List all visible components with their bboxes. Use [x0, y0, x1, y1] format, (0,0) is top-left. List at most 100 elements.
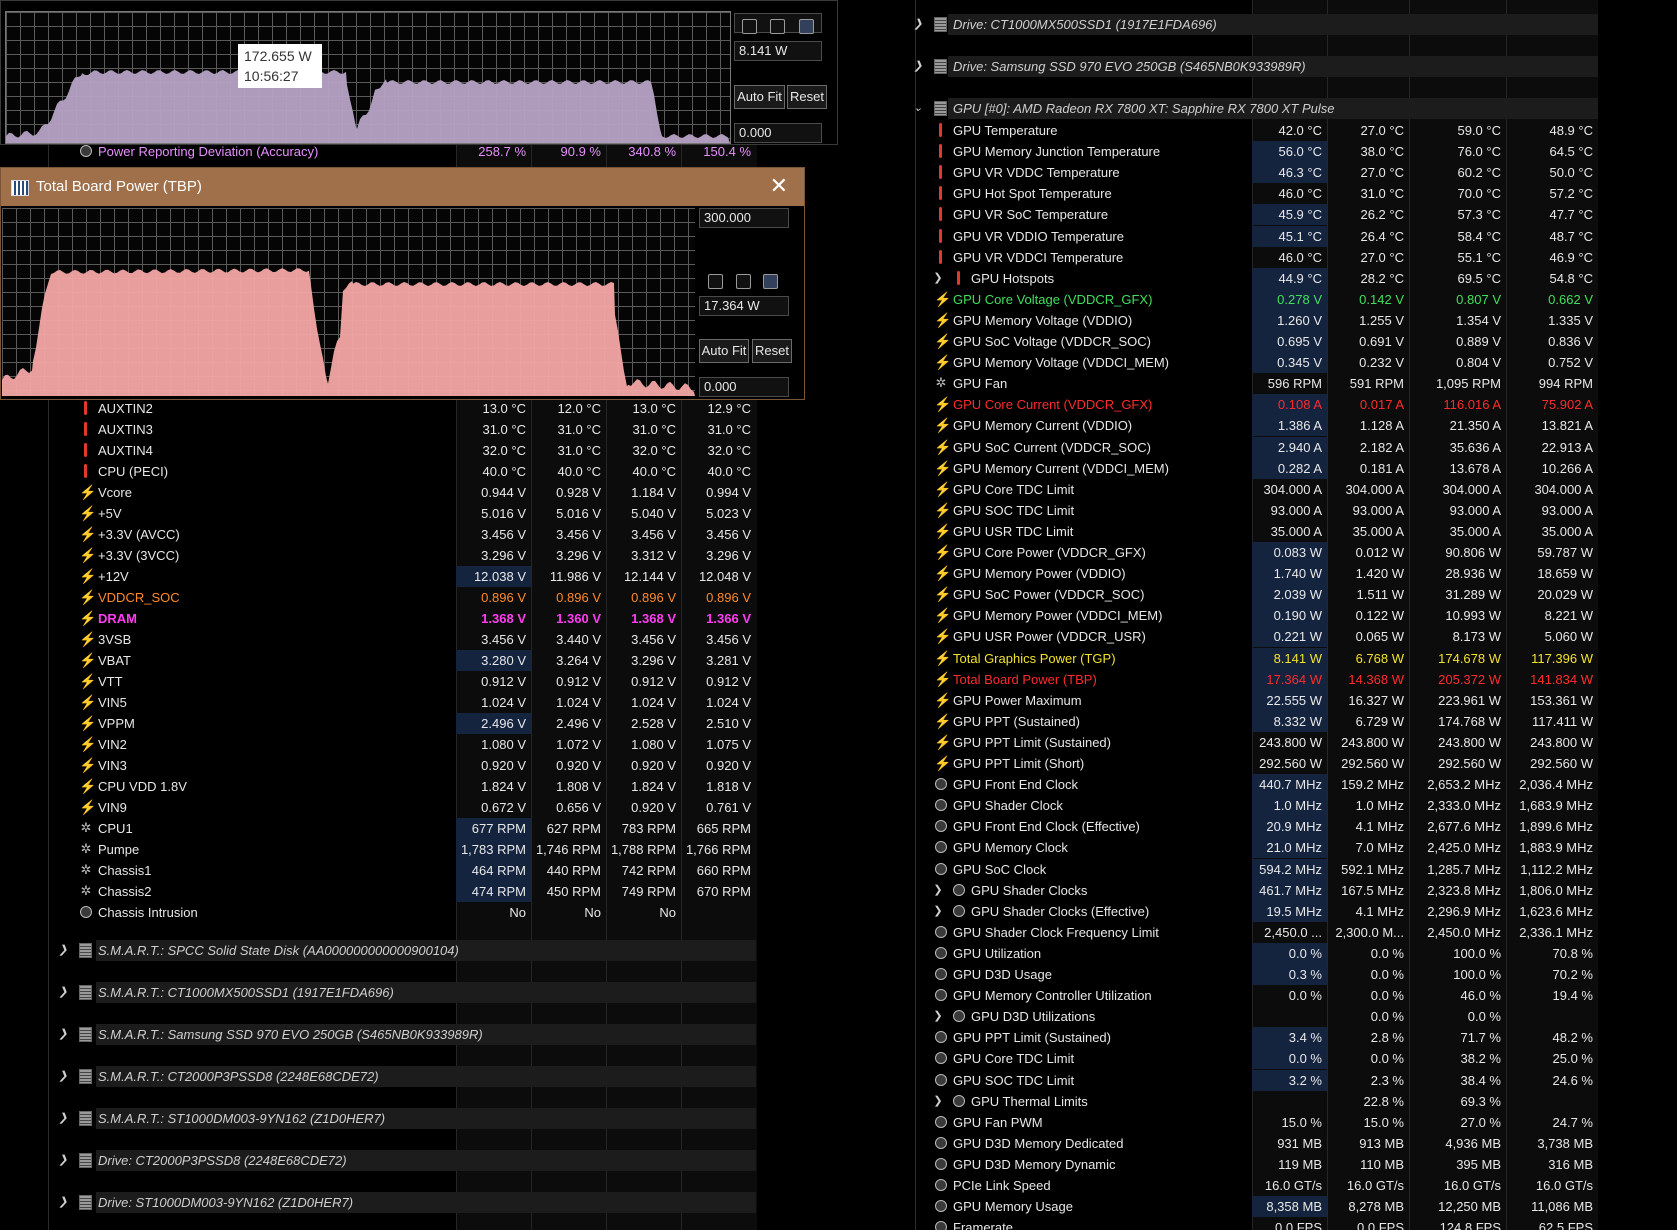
sensor-row[interactable]: ⚡ GPU USR TDC Limit 35.000 A 35.000 A 35.000… — [898, 521, 1598, 542]
sensor-row[interactable]: GPU Front End Clock (Effective) 20.9 MHz 4… — [898, 816, 1598, 838]
sensor-row[interactable]: GPU PPT Limit (Sustained) 3.4 % 2.8 % 71.7 … — [898, 1027, 1598, 1049]
sensor-group-header[interactable]: ⌄ GPU [#0]: AMD Radeon RX 7800 XT: Sapphi… — [898, 98, 1598, 119]
sensor-row[interactable]: ❯ GPU Shader Clocks (Effective) 19.5 MHz 4.… — [898, 900, 1598, 922]
sensor-row[interactable]: AUXTIN2 13.0 °C 12.0 °C 13.0 °C 12.9 °C — [0, 398, 762, 419]
chevron-right-icon[interactable]: ❯ — [932, 1006, 944, 1027]
sensor-row[interactable]: GPU D3D Memory Dynamic 119 MB 110 MB 395 MB… — [898, 1154, 1598, 1175]
sensor-row[interactable]: ⚡ GPU SoC Voltage (VDDCR_SOC) 0.695 V 0.691… — [898, 331, 1598, 352]
sensor-group-header[interactable]: ❯ S.M.A.R.T.: SPCC Solid State Disk (AA00… — [0, 940, 762, 961]
sensor-row[interactable]: GPU Fan PWM 15.0 % 15.0 % 27.0 % 24.7 % — [898, 1112, 1598, 1133]
sensor-row[interactable]: ⚡ GPU Core Voltage (VDDCR_GFX) 0.278 V 0.14… — [898, 288, 1598, 310]
sensor-group-header[interactable]: ❯ Drive: CT1000MX500SSD1 (1917E1FDA696) — [898, 14, 1598, 35]
sensor-row[interactable]: ✲ Chassis2 474 RPM 450 RPM 749 RPM 670 RPM — [0, 881, 762, 902]
sensor-row[interactable]: ⚡ GPU Memory Power (VDDCI_MEM) 0.190 W 0.12… — [898, 605, 1598, 627]
sensor-row[interactable]: ⚡ DRAM 1.368 V 1.360 V 1.368 V 1.366 V — [0, 608, 762, 629]
graph-window-tbp[interactable]: Total Board Power (TBP) ✕ 300.000 17.364… — [0, 167, 805, 400]
sensor-row[interactable]: ✲ Pumpe 1,783 RPM 1,746 RPM 1,788 RPM 1,766 R… — [0, 839, 762, 860]
sensor-row[interactable]: AUXTIN4 32.0 °C 31.0 °C 32.0 °C 32.0 °C — [0, 440, 762, 461]
sensor-row[interactable]: GPU Memory Usage 8,358 MB 8,278 MB 12,250 M… — [898, 1196, 1598, 1218]
sensor-row[interactable]: ⚡ GPU SOC TDC Limit 93.000 A 93.000 A 93.000… — [898, 500, 1598, 521]
sensor-row[interactable]: ⚡ GPU Memory Voltage (VDDIO) 1.260 V 1.255 … — [898, 309, 1598, 331]
sensor-row[interactable]: GPU D3D Usage 0.3 % 0.0 % 100.0 % 70.2 % — [898, 964, 1598, 985]
sensor-group-header[interactable]: ❯ S.M.A.R.T.: CT2000P3PSSD8 (2248E68CDE72… — [0, 1066, 762, 1087]
sensor-row[interactable]: ❯ GPU Hotspots 44.9 °C 28.2 °C 69.5 °C 54.8 °… — [898, 267, 1598, 289]
sensor-row[interactable]: GPU Core TDC Limit 0.0 % 0.0 % 38.2 % 25.0 % — [898, 1048, 1598, 1070]
sensor-row[interactable]: ⚡ VBAT 3.280 V 3.264 V 3.296 V 3.281 V — [0, 650, 762, 671]
sensor-row[interactable]: ✲ GPU Fan 596 RPM 591 RPM 1,095 RPM 994 RPM — [898, 373, 1598, 394]
graph-option-checkbox[interactable] — [742, 19, 757, 34]
sensor-row[interactable]: ⚡ GPU Core Current (VDDCR_GFX) 0.108 A 0.01… — [898, 394, 1598, 416]
sensor-row[interactable]: GPU D3D Memory Dedicated 931 MB 913 MB 4,93… — [898, 1133, 1598, 1154]
sensor-row[interactable]: GPU VR VDDIO Temperature 45.1 °C 26.4 °C 58… — [898, 225, 1598, 247]
sensor-row[interactable]: ⚡ 3VSB 3.456 V 3.440 V 3.456 V 3.456 V — [0, 629, 762, 650]
chevron-right-icon[interactable]: ❯ — [57, 940, 69, 961]
chevron-right-icon[interactable]: ❯ — [57, 982, 69, 1003]
sensor-row[interactable]: GPU Front End Clock 440.7 MHz 159.2 MHz 2,6… — [898, 774, 1598, 796]
sensor-row[interactable]: PCIe Link Speed 16.0 GT/s 16.0 GT/s 16.0 GT… — [898, 1175, 1598, 1196]
graph-title-bar[interactable]: Total Board Power (TBP) ✕ — [1, 168, 804, 206]
sensor-row[interactable]: ⚡ GPU Memory Power (VDDIO) 1.740 W 1.420 W 2… — [898, 563, 1598, 585]
sensor-group-header[interactable]: ❯ Drive: Samsung SSD 970 EVO 250GB (S465N… — [898, 56, 1598, 77]
sensor-row[interactable]: ⚡ GPU SoC Current (VDDCR_SOC) 2.940 A 2.182… — [898, 436, 1598, 458]
auto-fit-button[interactable]: Auto Fit — [734, 85, 785, 109]
close-icon[interactable]: ✕ — [770, 174, 788, 198]
sensor-row[interactable]: GPU VR VDDCI Temperature 46.0 °C 27.0 °C 55… — [898, 247, 1598, 268]
sensor-row[interactable]: GPU Memory Junction Temperature 56.0 °C 38… — [898, 141, 1598, 163]
sensor-row[interactable]: ⚡ +3.3V (3VCC) 3.296 V 3.296 V 3.312 V 3.296 … — [0, 545, 762, 566]
sensor-row[interactable]: GPU SOC TDC Limit 3.2 % 2.3 % 38.4 % 24.6 % — [898, 1069, 1598, 1091]
sensor-row[interactable]: ⚡ +5V 5.016 V 5.016 V 5.040 V 5.023 V — [0, 503, 762, 524]
auto-fit-button[interactable]: Auto Fit — [699, 339, 749, 363]
sensor-row[interactable]: GPU VR VDDC Temperature 46.3 °C 27.0 °C 60.… — [898, 162, 1598, 184]
sensor-row[interactable]: GPU Temperature 42.0 °C 27.0 °C 59.0 °C 48.9… — [898, 120, 1598, 141]
sensor-row[interactable]: ⚡ GPU Core TDC Limit 304.000 A 304.000 A 304… — [898, 479, 1598, 500]
graph-color-checkbox[interactable] — [763, 274, 778, 289]
sensor-row[interactable]: ⚡ CPU VDD 1.8V 1.824 V 1.808 V 1.824 V 1.818 … — [0, 776, 762, 797]
reset-button[interactable]: Reset — [752, 339, 792, 363]
sensor-row[interactable]: ⚡ VIN5 1.024 V 1.024 V 1.024 V 1.024 V — [0, 692, 762, 713]
sensor-group-header[interactable]: ❯ Drive: ST1000DM003-9YN162 (Z1D0HER7) — [0, 1192, 762, 1213]
reset-button[interactable]: Reset — [787, 85, 827, 109]
chevron-right-icon[interactable]: ❯ — [912, 56, 924, 77]
sensor-row[interactable]: GPU Shader Clock 1.0 MHz 1.0 MHz 2,333.0 MH… — [898, 795, 1598, 817]
chevron-right-icon[interactable]: ❯ — [932, 1091, 944, 1112]
sensor-row[interactable]: ✲ CPU1 677 RPM 627 RPM 783 RPM 665 RPM — [0, 818, 762, 839]
sensor-row[interactable]: Chassis Intrusion No No No — [0, 902, 762, 923]
chevron-right-icon[interactable]: ❯ — [57, 1024, 69, 1045]
chevron-right-icon[interactable]: ❯ — [932, 901, 944, 922]
sensor-row[interactable]: ⚡ GPU SoC Power (VDDCR_SOC) 2.039 W 1.511 W… — [898, 584, 1598, 606]
sensor-row[interactable]: AUXTIN3 31.0 °C 31.0 °C 31.0 °C 31.0 °C — [0, 419, 762, 440]
chevron-right-icon[interactable]: ❯ — [932, 880, 944, 901]
sensor-row[interactable]: GPU Memory Controller Utilization 0.0 % 0.… — [898, 985, 1598, 1006]
sensor-row[interactable]: GPU Hot Spot Temperature 46.0 °C 31.0 °C 70… — [898, 183, 1598, 204]
sensor-row[interactable]: GPU SoC Clock 594.2 MHz 592.1 MHz 1,285.7 M… — [898, 858, 1598, 880]
chevron-right-icon[interactable]: ❯ — [57, 1066, 69, 1087]
sensor-row[interactable]: ⚡ GPU PPT Limit (Short) 292.560 W 292.560 W… — [898, 753, 1598, 774]
sensor-row[interactable]: ⚡ +12V 12.038 V 11.986 V 12.144 V 12.048 V — [0, 566, 762, 587]
sensor-row[interactable]: ❯ GPU D3D Utilizations 0.0 % 0.0 % — [898, 1006, 1598, 1027]
graph-option-checkbox[interactable] — [736, 274, 751, 289]
sensor-group-header[interactable]: ❯ Drive: CT2000P3PSSD8 (2248E68CDE72) — [0, 1150, 762, 1171]
sensor-row[interactable]: ⚡ GPU Memory Current (VDDCI_MEM) 0.282 A 0.… — [898, 457, 1598, 479]
sensor-row[interactable]: ⚡ GPU Core Power (VDDCR_GFX) 0.083 W 0.012 … — [898, 542, 1598, 563]
sensor-row[interactable]: GPU Shader Clock Frequency Limit 2,450.0 … — [898, 922, 1598, 943]
chevron-right-icon[interactable]: ❯ — [57, 1150, 69, 1171]
sensor-row[interactable]: GPU Utilization 0.0 % 0.0 % 100.0 % 70.8 % — [898, 942, 1598, 964]
sensor-row[interactable]: ⚡ Vcore 0.944 V 0.928 V 1.184 V 0.994 V — [0, 482, 762, 503]
sensor-group-header[interactable]: ❯ S.M.A.R.T.: ST1000DM003-9YN162 (Z1D0HER… — [0, 1108, 762, 1129]
sensor-row[interactable]: Framerate 0.0 FPS 0.0 FPS 124.8 FPS 62.5 FPS — [898, 1217, 1598, 1230]
sensor-row[interactable]: ⚡ VIN9 0.672 V 0.656 V 0.920 V 0.761 V — [0, 797, 762, 818]
sensor-row[interactable]: ⚡ GPU Power Maximum 22.555 W 16.327 W 223.96… — [898, 689, 1598, 711]
sensor-row[interactable]: ⚡ VDDCR_SOC 0.896 V 0.896 V 0.896 V 0.896 V — [0, 587, 762, 608]
sensor-row[interactable]: ❯ GPU Shader Clocks 461.7 MHz 167.5 MHz 2,32… — [898, 879, 1598, 901]
graph-option-checkbox[interactable] — [708, 274, 723, 289]
sensor-row[interactable]: ✲ Chassis1 464 RPM 440 RPM 742 RPM 660 RPM — [0, 860, 762, 881]
sensor-group-header[interactable]: ❯ S.M.A.R.T.: CT1000MX500SSD1 (1917E1FDA6… — [0, 982, 762, 1003]
chevron-right-icon[interactable]: ❯ — [932, 268, 944, 289]
sensor-row[interactable]: ⚡ GPU PPT Limit (Sustained) 243.800 W 243.8… — [898, 732, 1598, 753]
sensor-row[interactable]: ⚡ GPU USR Power (VDDCR_USR) 0.221 W 0.065 W… — [898, 626, 1598, 648]
sensor-row[interactable]: ⚡ VIN3 0.920 V 0.920 V 0.920 V 0.920 V — [0, 755, 762, 776]
sensor-row[interactable]: ⚡ Total Board Power (TBP) 17.364 W 14.368 W… — [898, 668, 1598, 690]
sensor-row[interactable]: ⚡ GPU Memory Current (VDDIO) 1.386 A 1.128 … — [898, 415, 1598, 437]
sensor-row[interactable]: GPU VR SoC Temperature 45.9 °C 26.2 °C 57.3… — [898, 204, 1598, 226]
sensor-row[interactable]: ❯ GPU Thermal Limits 22.8 % 69.3 % — [898, 1091, 1598, 1112]
